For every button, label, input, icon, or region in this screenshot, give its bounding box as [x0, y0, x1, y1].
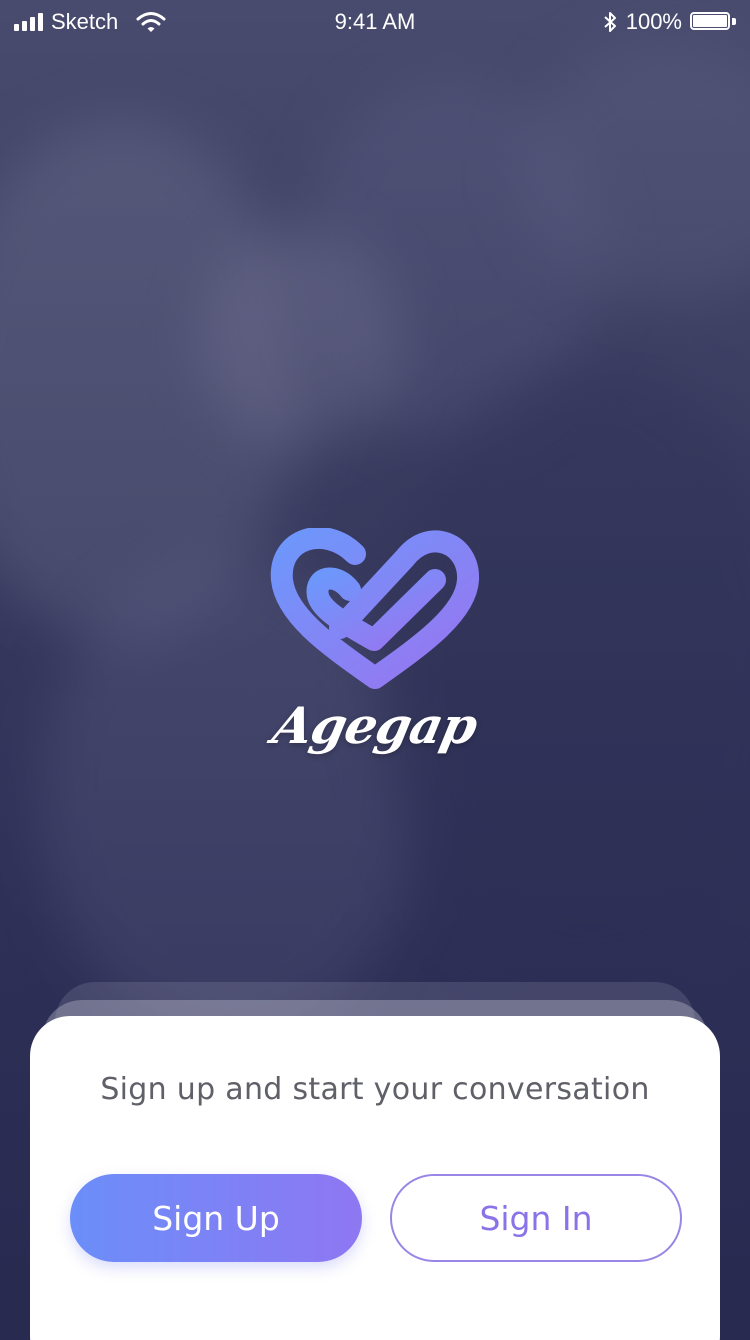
card-title: Sign up and start your conversation — [100, 1072, 650, 1107]
auth-card: Sign up and start your conversation Sign… — [30, 1016, 720, 1340]
battery-percentage: 100% — [625, 9, 682, 34]
battery-icon — [690, 12, 736, 32]
sign-up-button[interactable]: Sign Up — [70, 1174, 362, 1262]
sign-in-button[interactable]: Sign In — [390, 1174, 682, 1262]
bluetooth-icon — [604, 12, 616, 32]
heart-logo-icon — [270, 528, 479, 689]
welcome-screen: Sketch 9:41 AM 100% Agegap Sign up and s… — [0, 0, 750, 1340]
status-bar: Sketch 9:41 AM 100% — [0, 0, 750, 44]
brand-wordmark: Agegap — [267, 696, 483, 755]
